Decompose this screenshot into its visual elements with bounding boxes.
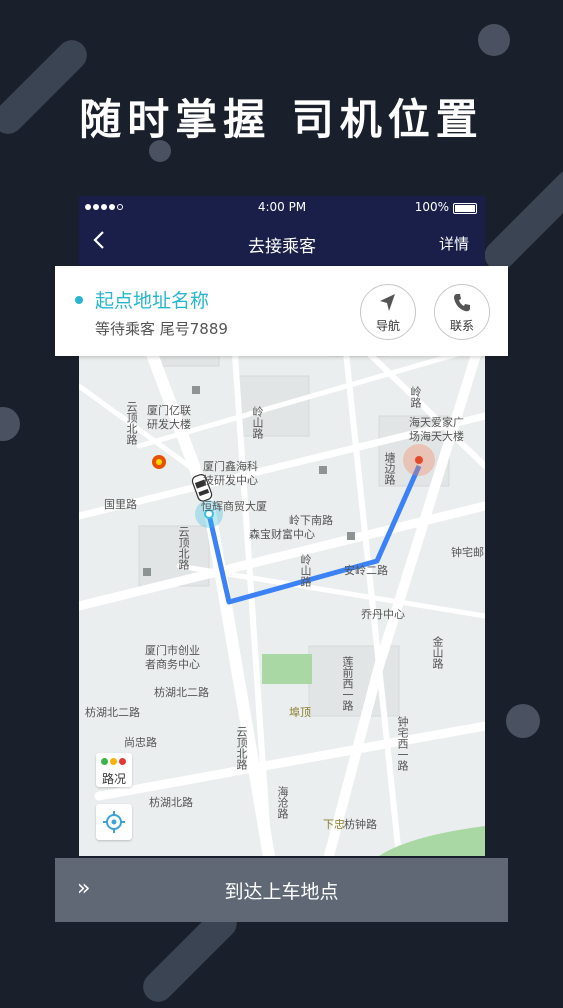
map-label: 枋湖北二路 xyxy=(85,706,140,719)
bg-dot-right xyxy=(506,704,540,738)
map-label: 森宝财富中心 xyxy=(249,528,315,541)
locate-button[interactable] xyxy=(96,804,132,840)
map-label: 岭下南路 xyxy=(289,514,333,527)
map-label: 云顶北路 xyxy=(235,726,248,770)
map-label: 钟宅邮 xyxy=(451,546,484,559)
navigate-label: 导航 xyxy=(375,319,400,333)
map-label: 云顶北路 xyxy=(125,401,138,445)
map-label: 者商务中心 xyxy=(145,658,200,671)
map-label: 国里路 xyxy=(104,498,137,511)
map-label: 海沧路 xyxy=(276,786,289,819)
bg-dot-top-right xyxy=(478,24,510,56)
page-title: 去接乘客 xyxy=(248,237,316,257)
map-label: 枋钟路 xyxy=(344,818,377,831)
map-label: 岭山路 xyxy=(251,406,264,439)
map-label: 安岭二路 xyxy=(344,564,388,577)
arrive-pickup-button[interactable]: » 到达上车地点 xyxy=(55,858,508,922)
map-label: 埠顶 xyxy=(289,706,311,719)
traffic-label: 路况 xyxy=(101,772,126,786)
map-label: 岭山路 xyxy=(299,554,312,587)
map-label: 场海天大楼 xyxy=(409,430,464,443)
bg-stripe-right xyxy=(478,163,563,277)
crosshair-icon xyxy=(103,811,125,833)
map-label: 技研发中心 xyxy=(203,474,258,487)
map-label: 研发大楼 xyxy=(147,418,191,431)
bg-dot-left xyxy=(0,407,20,441)
navigate-button[interactable]: 导航 xyxy=(360,284,416,340)
map-label: 枋湖北路 xyxy=(149,796,193,809)
contact-label: 联系 xyxy=(449,319,474,333)
nav-bar: 去接乘客 详情 xyxy=(79,220,485,266)
navigation-arrow-icon xyxy=(380,294,395,311)
map-label: 莲前西一路 xyxy=(341,656,354,711)
park-area xyxy=(262,654,312,684)
map-label: 乔丹中心 xyxy=(361,608,405,621)
map-label: 钟宅西一路 xyxy=(396,716,409,771)
phone-icon xyxy=(454,294,470,312)
traffic-light-icon xyxy=(101,758,126,765)
pickup-name: 起点地址名称 xyxy=(95,290,210,312)
map-label: 恒辉商贸大厦 xyxy=(201,500,267,513)
map-label: 下忠 xyxy=(323,818,345,831)
detail-link[interactable]: 详情 xyxy=(439,233,469,254)
battery-icon xyxy=(453,203,477,214)
traffic-toggle-button[interactable]: 路况 xyxy=(96,753,132,787)
pickup-status: 等待乘客 尾号7889 xyxy=(95,320,228,338)
map-label: 枋湖北二路 xyxy=(154,686,209,699)
contact-button[interactable]: 联系 xyxy=(434,284,490,340)
arrive-pickup-label: 到达上车地点 xyxy=(224,881,339,903)
destination-dot xyxy=(415,456,423,464)
battery-percent: 100% xyxy=(414,200,449,214)
headline: 随时掌握 司机位置 xyxy=(79,95,484,144)
map-label: 塘边路 xyxy=(383,452,396,485)
status-bar: 4:00 PM 100% xyxy=(79,196,485,220)
map-label: 岭路 xyxy=(409,386,422,408)
map-label: 金山路 xyxy=(431,636,444,669)
pickup-card: 起点地址名称 等待乘客 尾号7889 导航 联系 xyxy=(55,266,508,356)
pickup-dot-icon xyxy=(75,296,83,304)
map-label: 云顶北路 xyxy=(177,526,190,570)
map-label: 尚忠路 xyxy=(124,736,157,749)
